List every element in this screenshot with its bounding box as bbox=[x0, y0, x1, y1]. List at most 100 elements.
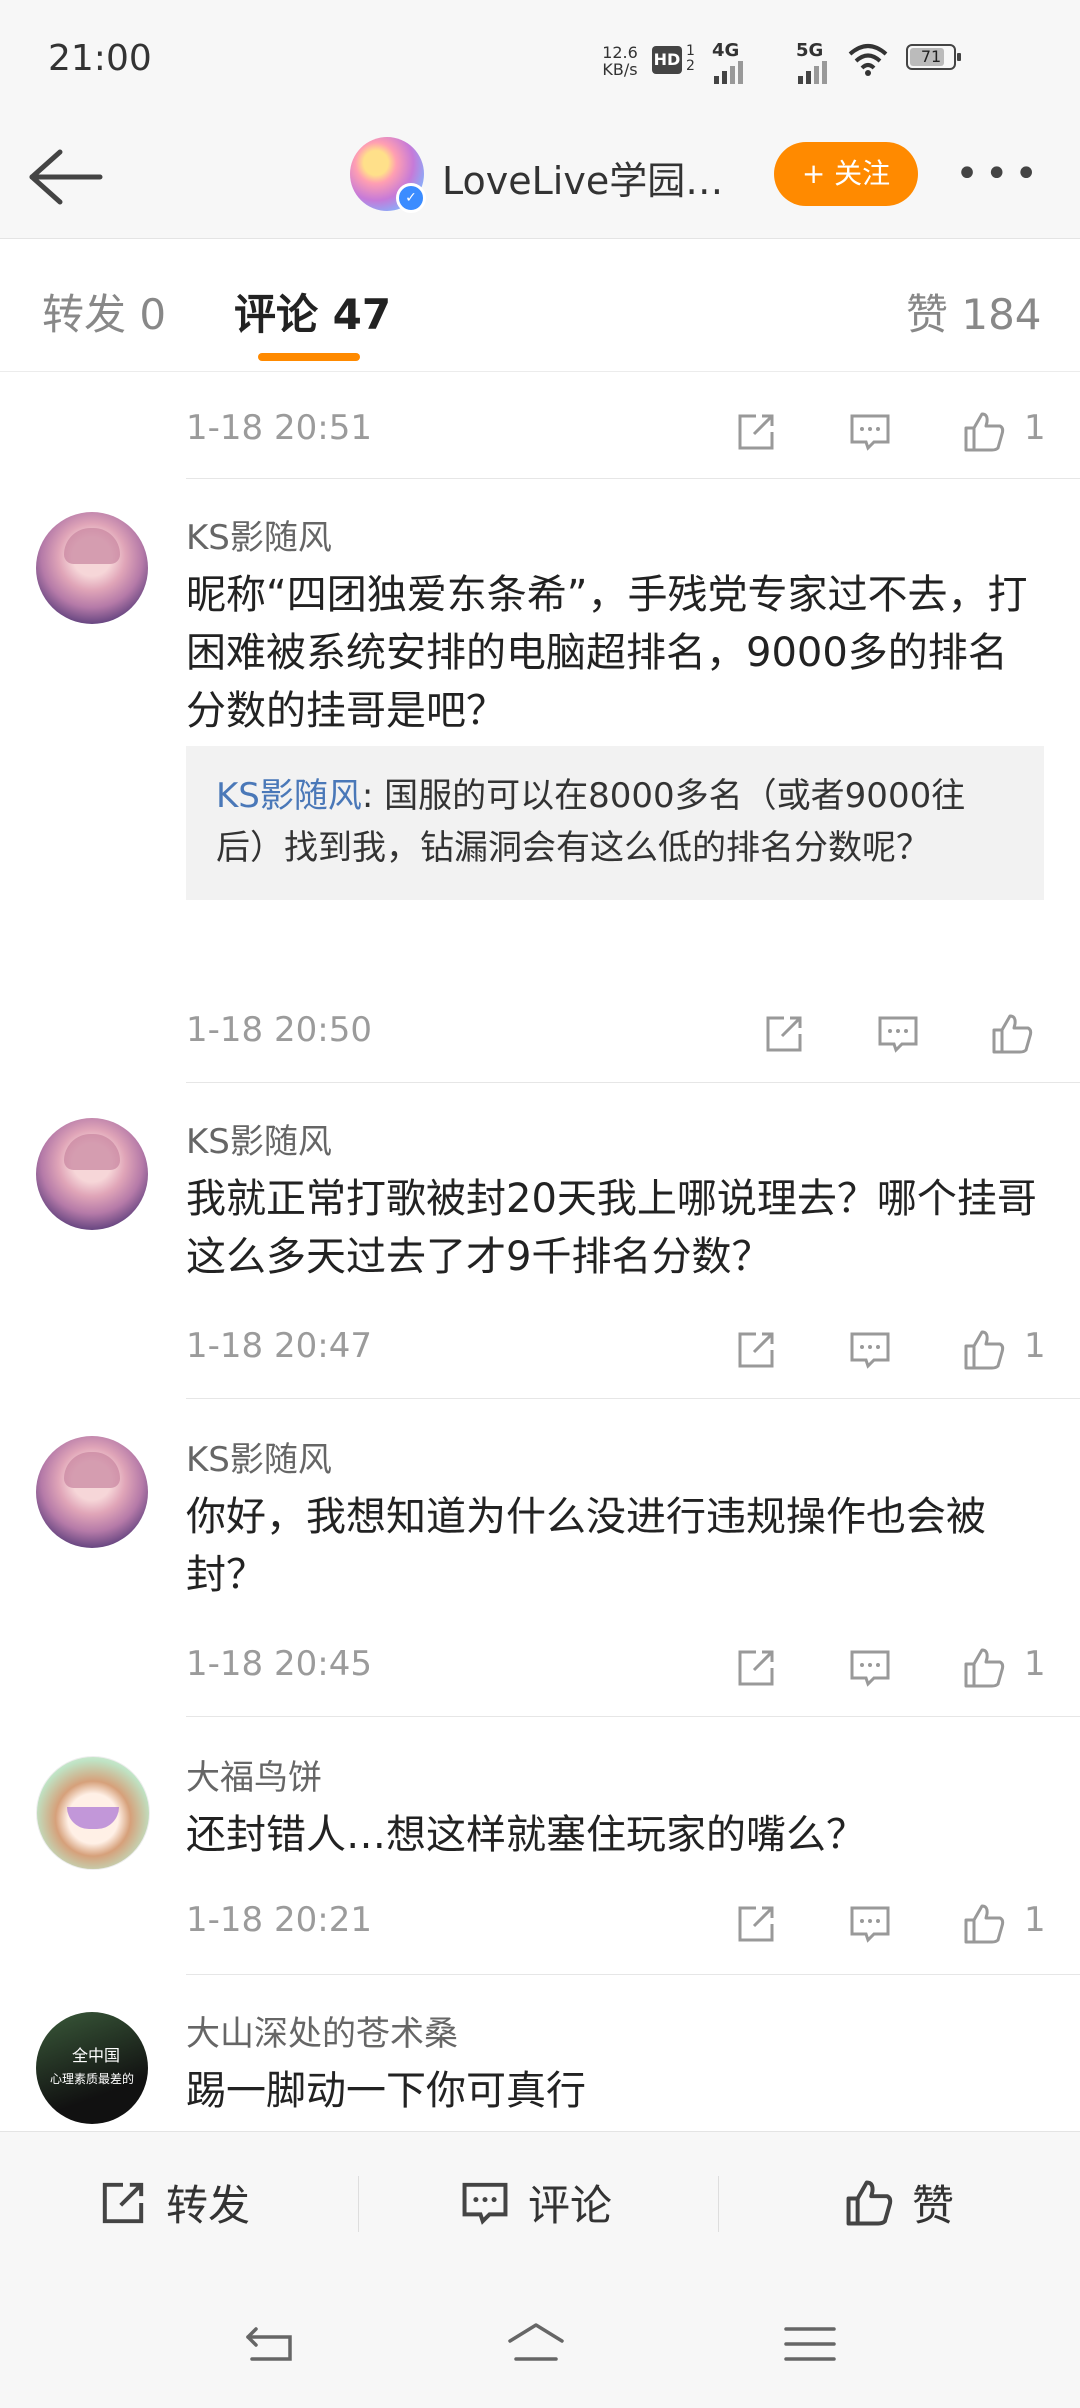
system-back-button[interactable] bbox=[240, 2319, 300, 2369]
tab-bar: 转发 0 评论 47 赞 184 bbox=[0, 239, 1080, 372]
comment-text: 昵称“四团独爱东条希”，手残党专家过不去，打困难被系统安排的电脑超排名，9000… bbox=[186, 572, 1028, 734]
bottom-action-bar: 转发 评论 赞 bbox=[0, 2131, 1080, 2280]
like-count: 1 bbox=[1024, 1644, 1046, 1684]
more-options-icon[interactable]: ••• bbox=[955, 154, 1044, 194]
account-name[interactable]: LoveLive学园… bbox=[442, 150, 723, 205]
system-home-button[interactable] bbox=[506, 2319, 566, 2369]
like-button[interactable] bbox=[962, 410, 1006, 454]
thumbs-up-icon bbox=[992, 1014, 1033, 1054]
share-button[interactable] bbox=[762, 1012, 806, 1056]
quoted-reply[interactable]: KS影随风: 国服的可以在8000多名（或者9000往后）找到我，钻漏洞会有这么… bbox=[186, 746, 1044, 900]
comment-username[interactable]: 大山深处的苍术桑 bbox=[186, 2006, 458, 2055]
user-avatar[interactable]: 全中国 心理素质最差的 bbox=[36, 2012, 148, 2124]
share-icon bbox=[102, 2182, 144, 2224]
comment-date: 1-18 20:50 bbox=[186, 1010, 372, 1050]
thumbs-up-icon bbox=[846, 2180, 893, 2226]
comment-icon bbox=[462, 2182, 508, 2225]
comment-button[interactable] bbox=[848, 410, 892, 454]
back-icon bbox=[246, 2327, 292, 2361]
status-bar: 21:00 12.6 KB/s HD 1 2 4G 5G 71 bbox=[0, 0, 1080, 120]
comment-date: 1-18 20:51 bbox=[186, 408, 372, 448]
user-avatar[interactable] bbox=[36, 1118, 148, 1230]
comment-label: 评论 bbox=[528, 2181, 613, 2230]
tab-comments[interactable]: 评论 47 bbox=[234, 281, 391, 342]
like-button[interactable] bbox=[962, 1328, 1006, 1372]
comment-list[interactable]: 1-18 20:51 1 KS影随风 昵称“四团独爱东条希”，手残党专家过不去，… bbox=[0, 372, 1080, 2130]
like-label: 赞 bbox=[912, 2181, 955, 2230]
signal-icon-2 bbox=[798, 61, 827, 84]
like-action-button[interactable]: 赞 bbox=[844, 2172, 984, 2232]
hd-icon: HD bbox=[652, 46, 682, 74]
comment-text: 踢一脚动一下你可真行 bbox=[186, 2068, 586, 2114]
net-speed-unit: KB/s bbox=[602, 60, 638, 79]
user-avatar[interactable] bbox=[36, 512, 148, 624]
comment-button[interactable] bbox=[848, 1328, 892, 1372]
tab-likes[interactable]: 赞 184 bbox=[906, 281, 1042, 342]
divider bbox=[186, 1974, 1080, 1975]
comment-icon bbox=[850, 1650, 890, 1687]
comment-text: 还封错人…想这样就塞住玩家的嘴么？ bbox=[186, 1812, 866, 1858]
comment-button[interactable] bbox=[848, 1646, 892, 1690]
divider bbox=[186, 1398, 1080, 1399]
user-avatar[interactable] bbox=[36, 1436, 148, 1548]
comment-text: 我就正常打歌被封20天我上哪说理去？哪个挂哥这么多天过去了才9千排名分数？ bbox=[186, 1176, 1037, 1280]
net-speed-value: 12.6 bbox=[602, 43, 638, 62]
share-icon bbox=[738, 1906, 774, 1942]
repost-button[interactable]: 转发 bbox=[98, 2172, 278, 2232]
user-avatar[interactable] bbox=[36, 1756, 150, 1870]
comment-meta: 1-18 20:51 1 bbox=[186, 408, 1056, 468]
divider bbox=[186, 1716, 1080, 1717]
comment-meta: 1-18 20:50 bbox=[186, 1010, 1056, 1070]
comment-icon bbox=[878, 1016, 918, 1053]
top-nav: ✓ LoveLive学园… + 关注 ••• bbox=[0, 120, 1080, 239]
thumbs-up-icon bbox=[964, 412, 1005, 452]
quoted-username[interactable]: KS影随风 bbox=[216, 776, 362, 816]
separator bbox=[358, 2176, 359, 2232]
thumbs-up-icon bbox=[964, 1648, 1005, 1688]
account-avatar[interactable]: ✓ bbox=[350, 137, 426, 213]
comment-action-button[interactable]: 评论 bbox=[460, 2172, 640, 2232]
share-icon bbox=[738, 1650, 774, 1686]
like-button[interactable] bbox=[962, 1646, 1006, 1690]
back-button[interactable] bbox=[24, 142, 104, 212]
tab-repost[interactable]: 转发 0 bbox=[42, 281, 166, 342]
like-button[interactable] bbox=[962, 1902, 1006, 1946]
divider bbox=[186, 1082, 1080, 1083]
comment-username[interactable]: KS影随风 bbox=[186, 1432, 332, 1481]
separator bbox=[718, 2176, 719, 2232]
share-button[interactable] bbox=[734, 410, 778, 454]
comment-meta: 1-18 20:47 1 bbox=[186, 1326, 1056, 1386]
comment-date: 1-18 20:47 bbox=[186, 1326, 372, 1366]
share-icon bbox=[766, 1016, 802, 1052]
comment-icon bbox=[850, 414, 890, 451]
battery-level: 71 bbox=[920, 47, 942, 66]
verified-icon: ✓ bbox=[396, 183, 426, 213]
comment-username[interactable]: 大福鸟饼 bbox=[186, 1750, 322, 1799]
net-speed: 12.6 KB/s bbox=[600, 44, 640, 78]
comment-button[interactable] bbox=[876, 1012, 920, 1056]
comment-meta: 1-18 20:45 1 bbox=[186, 1644, 1056, 1704]
comment-text: 你好，我想知道为什么没进行违规操作也会被封？ bbox=[186, 1494, 986, 1598]
avatar-caption: 全中国 bbox=[72, 2046, 121, 2065]
signal-icon bbox=[714, 61, 743, 84]
share-icon bbox=[738, 1332, 774, 1368]
tab-active-indicator bbox=[258, 353, 360, 361]
repost-label: 转发 bbox=[166, 2181, 251, 2230]
share-button[interactable] bbox=[734, 1646, 778, 1690]
system-menu-button[interactable] bbox=[780, 2319, 840, 2369]
hd-sub: 1 2 bbox=[686, 43, 695, 74]
like-button[interactable] bbox=[990, 1012, 1034, 1056]
comment-button[interactable] bbox=[848, 1902, 892, 1946]
avatar-caption-2: 心理素质最差的 bbox=[50, 2072, 135, 2086]
like-count: 1 bbox=[1024, 408, 1046, 448]
comment-username[interactable]: KS影随风 bbox=[186, 510, 332, 559]
share-button[interactable] bbox=[734, 1902, 778, 1946]
battery-icon: 71 bbox=[906, 44, 961, 70]
home-icon bbox=[508, 2323, 564, 2361]
follow-button[interactable]: + 关注 bbox=[774, 142, 918, 206]
system-nav-bar bbox=[0, 2279, 1080, 2408]
divider bbox=[186, 478, 1080, 479]
share-button[interactable] bbox=[734, 1328, 778, 1372]
status-time: 21:00 bbox=[48, 38, 152, 79]
comment-username[interactable]: KS影随风 bbox=[186, 1114, 332, 1163]
